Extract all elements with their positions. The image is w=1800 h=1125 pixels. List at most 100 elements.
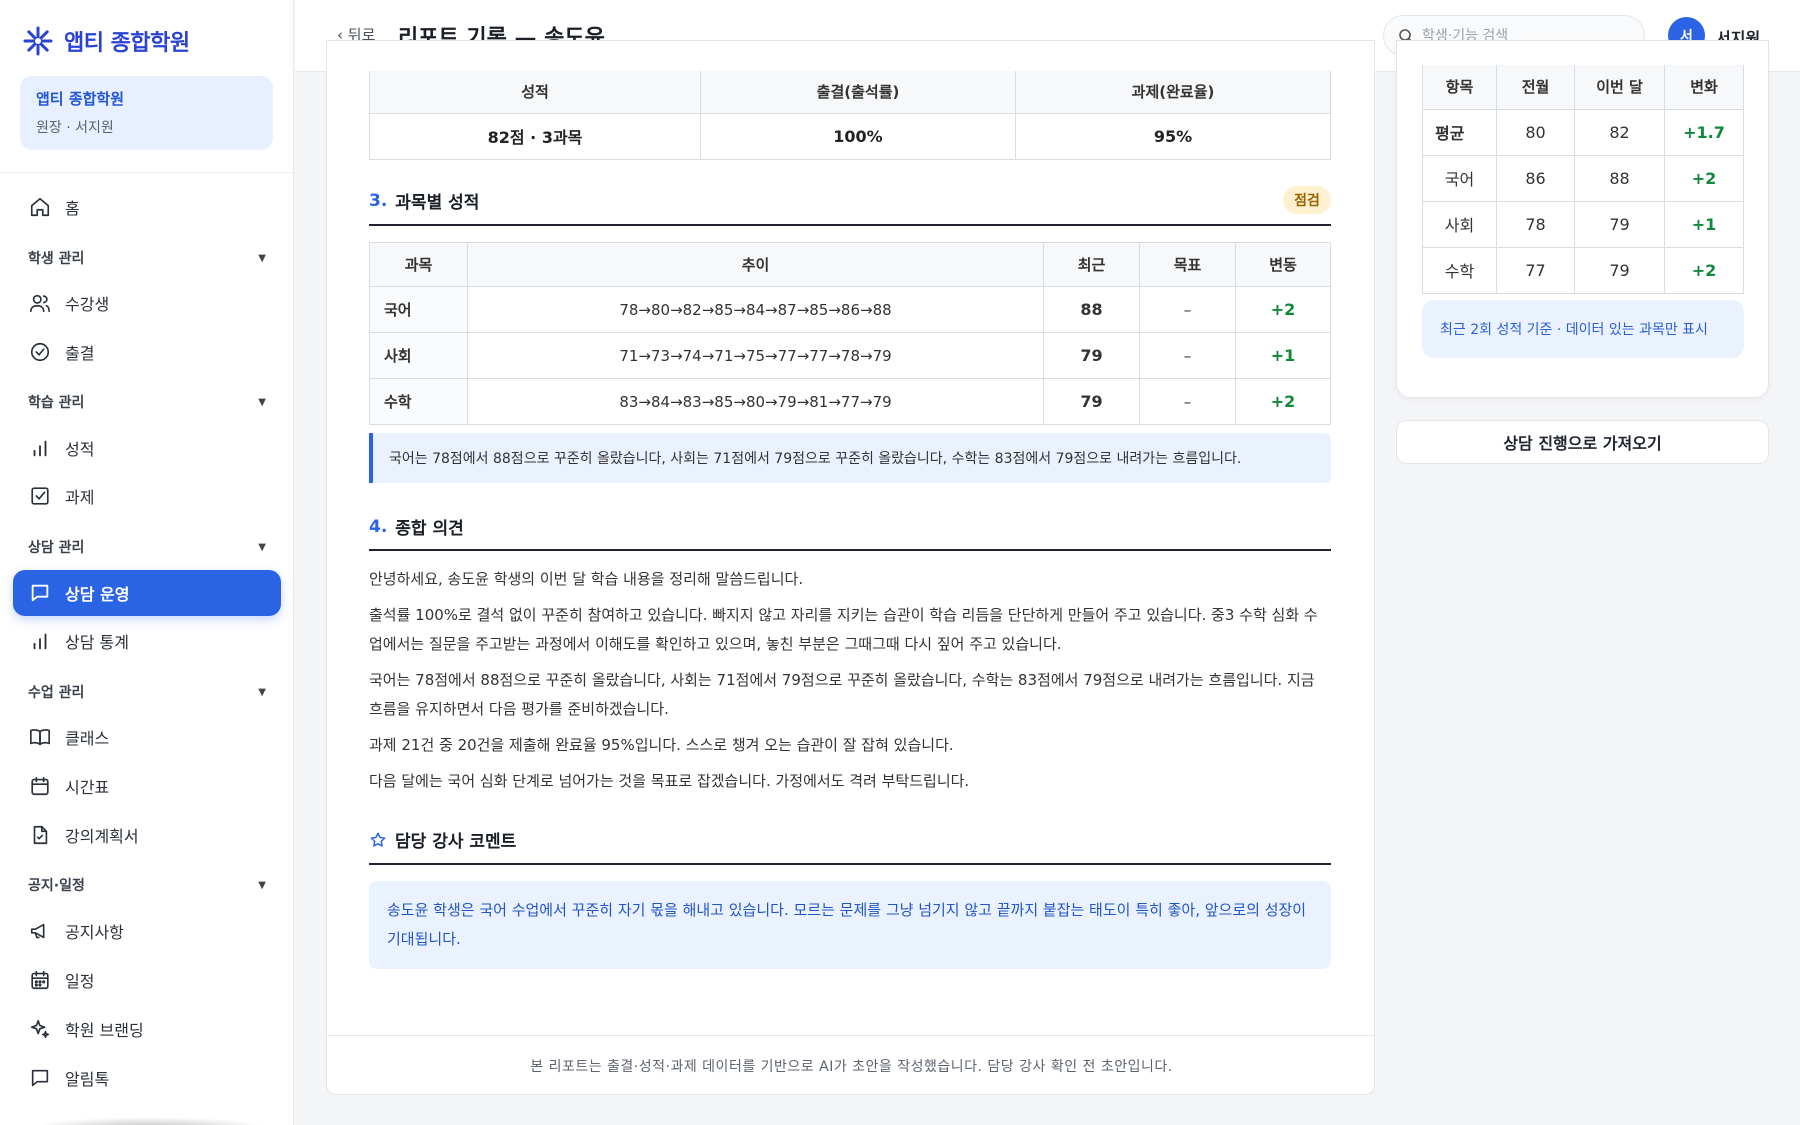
compare-label: 사회 <box>1422 200 1497 248</box>
sidebar-scroll-shadow <box>30 1117 270 1125</box>
table-row: 국어 86 88 +2 <box>1422 154 1744 202</box>
section-divider <box>369 224 1331 226</box>
sidebar-item-label: 공지사항 <box>65 923 124 942</box>
subject-recent: 79 <box>1043 332 1140 379</box>
subject-delta: +1 <box>1235 332 1331 379</box>
table-header: 목표 <box>1139 242 1236 287</box>
chat-icon <box>31 584 49 602</box>
sidebar-item-label: 알림톡 <box>65 1070 110 1089</box>
grade-compare-table: 항목 전월 이번 달 변화 평균 80 82 +1.7 국어 86 88 +2 … <box>1422 65 1744 294</box>
compare-delta: +1 <box>1664 200 1744 248</box>
sidebar-item-alimtalk[interactable]: 알림톡 <box>13 1055 281 1101</box>
caret-down-icon: ▼ <box>258 879 266 891</box>
sidebar-item-classes[interactable]: 클래스 <box>13 714 281 760</box>
table-header: 변화 <box>1664 65 1744 110</box>
sidebar-item-syllabus[interactable]: 강의계획서 <box>13 812 281 858</box>
table-header: 최근 <box>1043 242 1140 287</box>
compare-curr: 79 <box>1574 246 1665 294</box>
section-number: 3. <box>369 190 388 211</box>
subject-name: 국어 <box>369 286 468 333</box>
nav-group-label: 상담 관리 <box>28 540 85 556</box>
section-title-subject-grades: 3. 과목별 성적 <box>369 188 480 214</box>
compare-prev: 78 <box>1496 200 1575 248</box>
table-header: 추이 <box>467 242 1044 287</box>
subject-trend: 83→84→83→85→80→79→81→77→79 <box>467 378 1044 425</box>
subject-recent: 79 <box>1043 378 1140 425</box>
summary-header: 과제(완료율) <box>1015 71 1331 114</box>
sidebar-divider <box>0 172 293 173</box>
sidebar-item-attendance[interactable]: 출결 <box>13 329 281 375</box>
sidebar-item-label: 학원 브랜딩 <box>65 1021 144 1040</box>
brand[interactable]: 앱티 종합학원 <box>22 22 190 60</box>
footer-divider <box>327 1035 1374 1036</box>
sidebar-item-timetable[interactable]: 시간표 <box>13 763 281 809</box>
sidebar-item-label: 상담 통계 <box>65 633 129 652</box>
sidebar-item-students[interactable]: 수강생 <box>13 280 281 326</box>
table-header: 이번 달 <box>1574 65 1665 110</box>
checkbox-icon <box>31 487 49 505</box>
subject-recent: 88 <box>1043 286 1140 333</box>
summary-value: 95% <box>1015 112 1331 160</box>
sidebar-item-notices[interactable]: 공지사항 <box>13 908 281 954</box>
table-header: 전월 <box>1496 65 1575 110</box>
section-title-text: 종합 의견 <box>395 519 464 539</box>
home-icon <box>30 197 50 217</box>
grade-trend-note: 국어는 78점에서 88점으로 꾸준히 올랐습니다, 사회는 71점에서 79점… <box>369 433 1331 483</box>
opinion-paragraph: 과제 21건 중 20건을 제출해 완료율 95%입니다. 스스로 챙겨 오는 … <box>369 736 954 754</box>
table-header: 항목 <box>1422 65 1497 110</box>
nav-group-student[interactable]: 학생 관리 ▼ <box>28 246 266 270</box>
section-title-text: 담당 강사 코멘트 <box>395 832 517 852</box>
opinion-paragraph: 안녕하세요, 송도윤 학생의 이번 달 학습 내용을 정리해 말씀드립니다. <box>369 570 804 588</box>
check-circle-icon <box>30 342 50 362</box>
caret-down-icon: ▼ <box>258 541 266 553</box>
nav-group-class[interactable]: 수업 관리 ▼ <box>28 680 266 704</box>
sparkle-icon <box>30 1019 50 1039</box>
compare-label: 국어 <box>1422 154 1497 202</box>
overall-opinion-text: 안녕하세요, 송도윤 학생의 이번 달 학습 내용을 정리해 말씀드립니다. 출… <box>369 565 1331 803</box>
table-row: 사회 78 79 +1 <box>1422 200 1744 248</box>
section-title-overall-opinion: 4. 종합 의견 <box>369 514 464 540</box>
section-title-text: 과목별 성적 <box>395 193 480 213</box>
subject-trend: 71→73→74→71→75→77→77→78→79 <box>467 332 1044 379</box>
table-row: 평균 80 82 +1.7 <box>1422 108 1744 156</box>
subject-grades-table: 과목 추이 최근 목표 변동 국어 78→80→82→85→84→87→85→8… <box>369 242 1331 425</box>
subject-delta: +2 <box>1235 286 1331 333</box>
compare-prev: 80 <box>1496 108 1575 156</box>
users-icon <box>30 294 50 313</box>
sidebar-item-grades[interactable]: 성적 <box>13 425 281 471</box>
sidebar-item-branding[interactable]: 학원 브랜딩 <box>13 1006 281 1052</box>
table-header: 변동 <box>1235 242 1331 287</box>
subject-target: – <box>1139 332 1236 379</box>
summary-header: 출결(출석률) <box>700 71 1016 114</box>
subject-trend: 78→80→82→85→84→87→85→86→88 <box>467 286 1044 333</box>
sidebar-item-label: 강의계획서 <box>65 827 139 846</box>
sidebar-item-label: 홈 <box>65 199 80 218</box>
report-disclaimer: 본 리포트는 출결·성적·과제 데이터를 기반으로 AI가 초안을 작성했습니다… <box>530 1059 1173 1075</box>
sidebar-item-schedule[interactable]: 일정 <box>13 957 281 1003</box>
compare-label: 평균 <box>1422 108 1497 156</box>
document-check-icon <box>33 825 48 845</box>
sidebar-item-home[interactable]: 홈 <box>13 184 281 230</box>
import-to-counsel-button[interactable]: 상담 진행으로 가져오기 <box>1396 420 1769 464</box>
subject-target: – <box>1139 378 1236 425</box>
nav-group-counsel[interactable]: 상담 관리 ▼ <box>28 535 266 559</box>
compare-delta: +1.7 <box>1664 108 1744 156</box>
section-number: 4. <box>369 516 388 537</box>
brand-name: 앱티 종합학원 <box>64 31 190 56</box>
sidebar-item-counsel-ops[interactable]: 상담 운영 <box>13 570 281 616</box>
table-row: 수학 83→84→83→85→80→79→81→77→79 79 – +2 <box>369 378 1331 425</box>
section-title-teacher-comment: 담당 강사 코멘트 <box>369 827 516 852</box>
brand-logo-icon <box>23 26 53 56</box>
compare-prev: 86 <box>1496 154 1575 202</box>
nav-group-learning[interactable]: 학습 관리 ▼ <box>28 390 266 414</box>
summary-table: 성적 출결(출석률) 과제(완료율) 82점 · 3과목 100% 95% <box>369 71 1331 160</box>
subject-name: 사회 <box>369 332 468 379</box>
opinion-paragraph: 다음 달에는 국어 심화 단계로 넘어가는 것을 목표로 잡겠습니다. 가정에서… <box>369 772 970 790</box>
org-card[interactable]: 앱티 종합학원 원장 · 서지원 <box>20 76 273 150</box>
org-name: 앱티 종합학원 <box>36 90 125 108</box>
sidebar-item-counsel-stats[interactable]: 상담 통계 <box>13 618 281 664</box>
caret-down-icon: ▼ <box>258 252 266 264</box>
opinion-paragraph: 출석률 100%로 결석 없이 꾸준히 참여하고 있습니다. 빠지지 않고 자리… <box>369 606 1318 653</box>
sidebar-item-homework[interactable]: 과제 <box>13 473 281 519</box>
nav-group-notice[interactable]: 공지·일정 ▼ <box>28 873 266 897</box>
